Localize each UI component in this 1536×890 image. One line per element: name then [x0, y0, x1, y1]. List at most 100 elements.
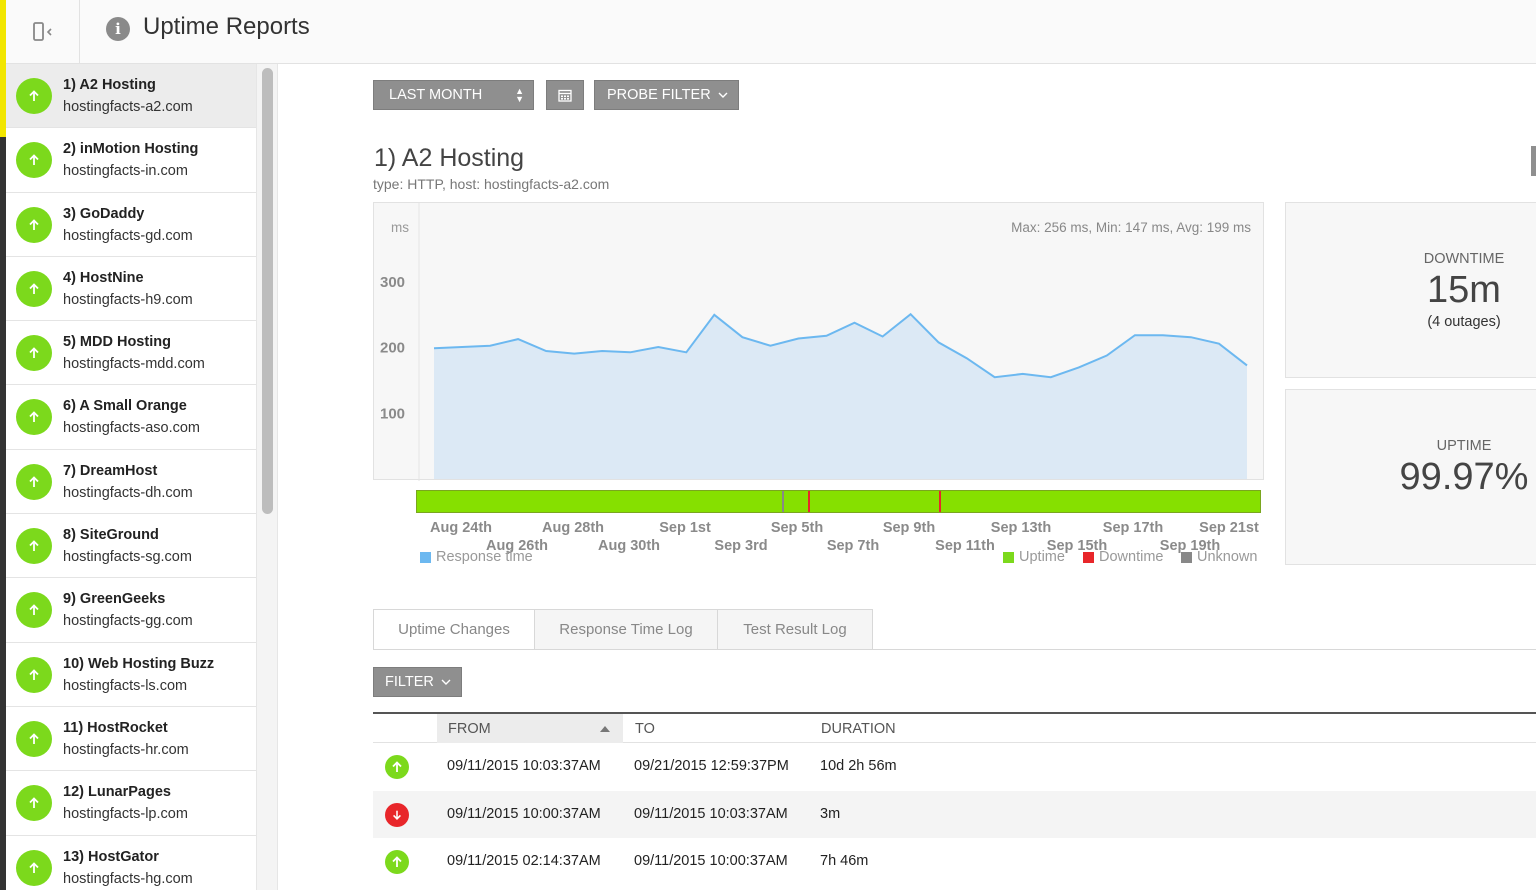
status-up-icon: [385, 850, 409, 874]
host-domain: hostingfacts-mdd.com: [63, 356, 205, 373]
tab-uptime-changes[interactable]: Uptime Changes: [373, 609, 535, 650]
legend-label: Downtime: [1099, 549, 1164, 565]
status-up-icon: [16, 270, 52, 307]
status-up-icon: [16, 528, 52, 565]
response-time-chart-svg: ms 300 200 100: [380, 203, 1248, 481]
host-name: 5) MDD Hosting: [63, 334, 171, 351]
x-tick-label: Sep 17th: [1102, 520, 1164, 536]
status-up-icon: [385, 755, 409, 779]
y-tick-label: 200: [380, 340, 405, 357]
host-list-item[interactable]: 9) GreenGeeks hostingfacts-gg.com: [6, 578, 256, 643]
legend-swatch: [420, 551, 431, 563]
status-up-icon: [16, 849, 52, 886]
host-name: 13) HostGator: [63, 848, 159, 865]
x-tick-label: Sep 9th: [882, 520, 936, 536]
column-header-to[interactable]: TO: [635, 721, 655, 737]
uptime-value: 99.97%: [1399, 456, 1529, 498]
host-name: 3) GoDaddy: [63, 205, 145, 222]
host-name: 9) GreenGeeks: [63, 591, 166, 608]
uptime-changes-table: FROM TO DURATION 09/11/2015 10:03:37AM 09…: [373, 712, 1536, 886]
legend-label: Uptime: [1019, 549, 1065, 565]
downtime-label: DOWNTIME: [1423, 251, 1505, 267]
x-tick-label: Sep 5th: [770, 520, 824, 536]
x-tick-label: Sep 3rd: [714, 538, 768, 554]
tab-test-result-log[interactable]: Test Result Log: [717, 609, 873, 650]
filter-button[interactable]: FILTER: [373, 667, 462, 697]
calendar-button[interactable]: [546, 80, 584, 110]
host-name: 7) DreamHost: [63, 462, 158, 479]
table-row[interactable]: 09/11/2015 10:03:37AM 09/21/2015 12:59:37…: [373, 743, 1536, 791]
date-range-select[interactable]: LAST MONTH ▲ ▼: [373, 80, 534, 110]
date-range-label: LAST MONTH: [389, 87, 483, 103]
host-domain: hostingfacts-hg.com: [63, 870, 193, 887]
host-domain: hostingfacts-in.com: [63, 163, 188, 180]
host-list-item[interactable]: 4) HostNine hostingfacts-h9.com: [6, 257, 256, 322]
host-list-item[interactable]: 5) MDD Hosting hostingfacts-mdd.com: [6, 321, 256, 386]
legend-label: Response time: [436, 549, 533, 565]
host-list-item[interactable]: 13) HostGator hostingfacts-hg.com: [6, 836, 256, 890]
sidebar-scrollbar[interactable]: [256, 64, 278, 890]
calendar-icon: [558, 89, 572, 102]
host-list-item[interactable]: 11) HostRocket hostingfacts-hr.com: [6, 707, 256, 772]
host-domain: hostingfacts-aso.com: [63, 420, 201, 437]
info-icon[interactable]: i: [106, 17, 130, 41]
host-list-item[interactable]: 1) A2 Hosting hostingfacts-a2.com: [6, 64, 256, 129]
cell-from: 09/11/2015 10:03:37AM: [447, 758, 601, 774]
host-list-item[interactable]: 8) SiteGround hostingfacts-sg.com: [6, 514, 256, 579]
legend-item[interactable]: Uptime: [1003, 549, 1065, 565]
column-header-from[interactable]: FROM: [448, 721, 491, 737]
response-time-chart: ms 300 200 100 Max: 256 ms, Min: 147 ms, Av…: [373, 202, 1264, 481]
x-tick-label: Aug 24th: [429, 520, 493, 536]
status-mark-unknown[interactable]: [782, 491, 784, 512]
sidebar-toggle-button[interactable]: [6, 0, 80, 64]
legend-item[interactable]: Response time: [420, 549, 533, 565]
tab-response-time-log[interactable]: Response Time Log: [534, 609, 718, 650]
host-list-item[interactable]: 10) Web Hosting Buzz hostingfacts-ls.com: [6, 643, 256, 707]
table-row[interactable]: 09/11/2015 10:00:37AM 09/11/2015 10:03:37…: [373, 790, 1536, 838]
uptime-label: UPTIME: [1436, 438, 1492, 454]
report-title: 1) A2 Hosting: [374, 144, 525, 172]
host-name: 10) Web Hosting Buzz: [63, 655, 215, 672]
table-body: 09/11/2015 10:03:37AM 09/21/2015 12:59:37…: [373, 743, 1536, 886]
uptime-card: UPTIME 99.97%: [1285, 389, 1536, 565]
legend-item[interactable]: Downtime: [1083, 549, 1163, 565]
right-edge-tab[interactable]: [1531, 146, 1536, 176]
status-mark-downtime[interactable]: [939, 491, 941, 512]
host-list-item[interactable]: 6) A Small Orange hostingfacts-aso.com: [6, 385, 256, 450]
legend-item[interactable]: Unknown: [1181, 549, 1257, 565]
host-list-item[interactable]: 12) LunarPages hostingfacts-lp.com: [6, 771, 256, 836]
sort-ascending-icon[interactable]: [600, 726, 610, 732]
status-timeline-bar[interactable]: [416, 490, 1261, 513]
chevron-down-icon: [718, 92, 728, 98]
host-list-item[interactable]: 7) DreamHost hostingfacts-dh.com: [6, 450, 256, 515]
x-tick-label: Sep 7th: [826, 538, 880, 554]
cell-to: 09/11/2015 10:00:37AM: [634, 853, 788, 869]
host-domain: hostingfacts-sg.com: [63, 549, 192, 566]
host-name: 2) inMotion Hosting: [63, 141, 199, 158]
host-list-item[interactable]: 2) inMotion Hosting hostingfacts-in.com: [6, 128, 256, 193]
response-time-area: [434, 314, 1247, 479]
select-arrows-icon: ▲ ▼: [515, 86, 524, 104]
downtime-value: 15m: [1427, 269, 1501, 311]
x-tick-label: Sep 13th: [990, 520, 1052, 536]
host-domain: hostingfacts-dh.com: [63, 484, 193, 501]
sidebar-scrollbar-thumb[interactable]: [262, 68, 273, 514]
probe-filter-button[interactable]: PROBE FILTER: [594, 80, 739, 110]
table-row[interactable]: 09/11/2015 02:14:37AM 09/11/2015 10:00:37…: [373, 838, 1536, 886]
cell-from: 09/11/2015 02:14:37AM: [447, 853, 601, 869]
host-name: 11) HostRocket: [63, 719, 168, 736]
status-up-icon: [16, 656, 52, 693]
filter-label: FILTER: [385, 674, 434, 690]
host-domain: hostingfacts-a2.com: [63, 99, 193, 115]
host-domain: hostingfacts-gd.com: [63, 227, 193, 244]
host-name: 12) LunarPages: [63, 784, 171, 801]
chevron-down-icon: [441, 679, 451, 685]
legend-label: Unknown: [1197, 549, 1258, 565]
cell-to: 09/21/2015 12:59:37PM: [634, 758, 789, 774]
tabs-divider: [373, 649, 1536, 650]
x-tick-label: Sep 1st: [659, 520, 711, 536]
cell-from: 09/11/2015 10:00:37AM: [447, 805, 601, 822]
host-list-item[interactable]: 3) GoDaddy hostingfacts-gd.com: [6, 193, 256, 257]
status-mark-downtime[interactable]: [808, 491, 810, 512]
column-header-duration[interactable]: DURATION: [821, 721, 896, 737]
